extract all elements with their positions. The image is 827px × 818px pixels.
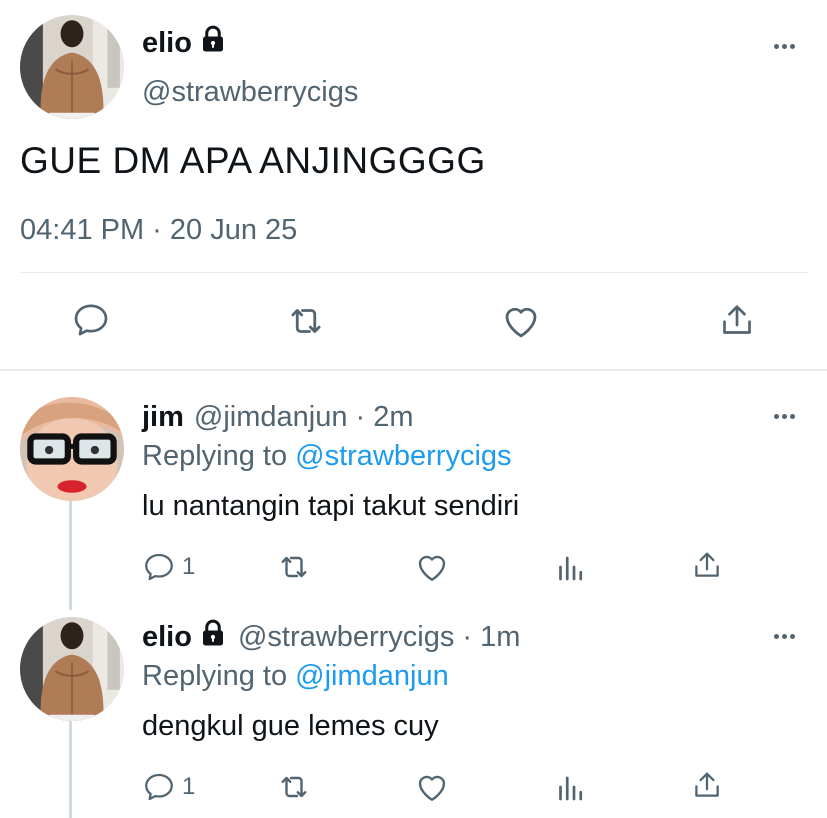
display-name[interactable]: jim bbox=[142, 401, 184, 434]
replying-label: Replying to bbox=[142, 660, 296, 692]
avatar[interactable] bbox=[20, 397, 124, 501]
share-icon bbox=[690, 768, 724, 802]
retweet-icon bbox=[276, 769, 312, 805]
like-icon bbox=[500, 300, 542, 342]
thread-line bbox=[69, 718, 72, 818]
author-name-row[interactable]: elio @strawberrycigs · 1m bbox=[142, 620, 520, 654]
reply-icon bbox=[142, 550, 176, 584]
views-icon bbox=[553, 549, 589, 585]
like-button[interactable] bbox=[414, 549, 450, 585]
share-button[interactable] bbox=[717, 300, 757, 340]
retweet-icon bbox=[276, 549, 312, 585]
views-button[interactable] bbox=[553, 769, 589, 805]
more-options-icon[interactable] bbox=[774, 634, 795, 639]
share-icon bbox=[690, 548, 724, 582]
retweet-icon bbox=[285, 300, 327, 342]
like-icon bbox=[414, 769, 450, 805]
tweet-timestamp[interactable]: 04:41 PM · 20 Jun 25 bbox=[20, 214, 297, 247]
reply-text: dengkul gue lemes cuy bbox=[142, 710, 439, 742]
tweet-text: GUE DM APA ANJINGGGG bbox=[20, 140, 486, 181]
lock-icon bbox=[198, 24, 228, 62]
reply-count: 1 bbox=[182, 553, 196, 580]
author-name-row[interactable]: jim @jimdanjun · 2m bbox=[142, 400, 414, 434]
section-divider bbox=[0, 369, 827, 371]
author-name-row[interactable]: elio bbox=[142, 26, 228, 60]
thread-line bbox=[69, 500, 72, 610]
handle-time[interactable]: @jimdanjun · 2m bbox=[194, 401, 414, 434]
reply-text: lu nantangin tapi takut sendiri bbox=[142, 490, 520, 522]
replying-to-link[interactable]: @jimdanjun bbox=[295, 660, 449, 693]
reply-button[interactable] bbox=[71, 300, 111, 340]
share-icon bbox=[717, 300, 757, 340]
more-options-icon[interactable] bbox=[774, 44, 795, 49]
retweet-button[interactable] bbox=[285, 300, 327, 342]
author-handle[interactable]: @strawberrycigs bbox=[142, 76, 358, 109]
replying-to-link[interactable]: @strawberrycigs bbox=[295, 440, 511, 473]
like-button[interactable] bbox=[414, 769, 450, 805]
avatar[interactable] bbox=[20, 15, 124, 119]
reply-button[interactable]: 1 bbox=[142, 550, 195, 584]
share-button[interactable] bbox=[690, 548, 724, 582]
replying-to: Replying to @strawberrycigs bbox=[142, 440, 512, 473]
replying-to: Replying to @jimdanjun bbox=[142, 660, 449, 693]
replying-label: Replying to bbox=[142, 440, 296, 472]
like-button[interactable] bbox=[500, 300, 542, 342]
views-button[interactable] bbox=[553, 549, 589, 585]
reply-icon bbox=[71, 300, 111, 340]
handle-time[interactable]: @strawberrycigs · 1m bbox=[238, 621, 520, 654]
display-name[interactable]: elio bbox=[142, 27, 192, 60]
views-icon bbox=[553, 769, 589, 805]
reply-icon bbox=[142, 770, 176, 804]
reply-button[interactable]: 1 bbox=[142, 770, 195, 804]
divider bbox=[20, 272, 808, 273]
reply-count: 1 bbox=[182, 773, 196, 800]
share-button[interactable] bbox=[690, 768, 724, 802]
lock-icon bbox=[198, 618, 228, 656]
retweet-button[interactable] bbox=[276, 769, 312, 805]
display-name[interactable]: elio bbox=[142, 621, 192, 654]
avatar[interactable] bbox=[20, 617, 124, 721]
more-options-icon[interactable] bbox=[774, 414, 795, 419]
retweet-button[interactable] bbox=[276, 549, 312, 585]
like-icon bbox=[414, 549, 450, 585]
